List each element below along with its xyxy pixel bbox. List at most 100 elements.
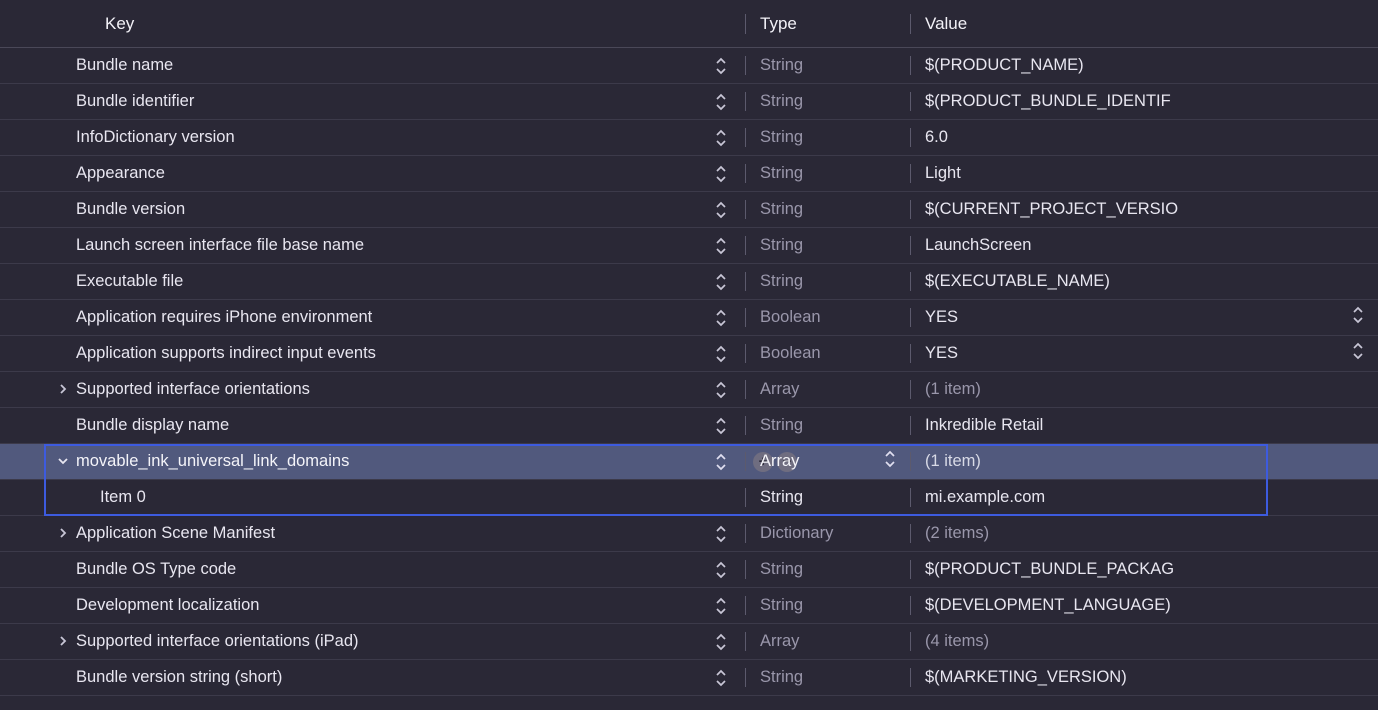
key-stepper-icon[interactable] [715, 273, 727, 291]
key-stepper-icon[interactable] [715, 165, 727, 183]
cell-key[interactable]: Executable file [0, 272, 745, 291]
cell-value[interactable]: (4 items) [910, 632, 1378, 651]
cell-value[interactable]: YES [910, 308, 1378, 327]
key-stepper-icon[interactable] [715, 381, 727, 399]
cell-value[interactable]: Inkredible Retail [910, 416, 1378, 435]
key-stepper-icon[interactable] [715, 345, 727, 363]
type-stepper-icon[interactable] [884, 450, 896, 473]
plist-row[interactable]: movable_ink_universal_link_domains+−Arra… [0, 444, 1378, 480]
header-value[interactable]: Value [910, 14, 1378, 34]
cell-key[interactable]: Bundle identifier [0, 92, 745, 111]
header-key[interactable]: Key [0, 14, 745, 34]
key-stepper-icon[interactable] [715, 201, 727, 219]
plist-row[interactable]: InfoDictionary versionString6.0 [0, 120, 1378, 156]
plist-row[interactable]: Executable fileString$(EXECUTABLE_NAME) [0, 264, 1378, 300]
value-stepper-icon[interactable] [1352, 306, 1364, 329]
cell-key[interactable]: Appearance [0, 164, 745, 183]
cell-type[interactable]: Array [745, 632, 910, 651]
plist-row[interactable]: Application supports indirect input even… [0, 336, 1378, 372]
plist-row[interactable]: Bundle version string (short)String$(MAR… [0, 660, 1378, 696]
cell-value[interactable]: 6.0 [910, 128, 1378, 147]
cell-type[interactable]: String [745, 596, 910, 615]
key-stepper-icon[interactable] [715, 561, 727, 579]
cell-type[interactable]: Boolean [745, 308, 910, 327]
cell-value[interactable]: $(DEVELOPMENT_LANGUAGE) [910, 596, 1378, 615]
plist-row[interactable]: Bundle versionString$(CURRENT_PROJECT_VE… [0, 192, 1378, 228]
key-stepper-icon[interactable] [715, 453, 727, 471]
key-stepper-icon[interactable] [715, 237, 727, 255]
cell-value[interactable]: LaunchScreen [910, 236, 1378, 255]
cell-value[interactable]: $(MARKETING_VERSION) [910, 668, 1378, 687]
cell-type[interactable]: String [745, 164, 910, 183]
key-stepper-icon[interactable] [715, 597, 727, 615]
cell-key[interactable]: Item 0 [0, 488, 745, 507]
cell-key[interactable]: Bundle version [0, 200, 745, 219]
cell-value[interactable]: (2 items) [910, 524, 1378, 543]
cell-key[interactable]: Application supports indirect input even… [0, 344, 745, 363]
plist-row[interactable]: AppearanceStringLight [0, 156, 1378, 192]
plist-row[interactable]: Bundle identifierString$(PRODUCT_BUNDLE_… [0, 84, 1378, 120]
cell-type[interactable]: String [745, 560, 910, 579]
cell-type[interactable]: String [745, 668, 910, 687]
plist-row[interactable]: Supported interface orientations (iPad)A… [0, 624, 1378, 660]
cell-value[interactable]: Light [910, 164, 1378, 183]
key-stepper-icon[interactable] [715, 309, 727, 327]
plist-row[interactable]: Supported interface orientationsArray(1 … [0, 372, 1378, 408]
cell-value[interactable]: (1 item) [910, 380, 1378, 399]
cell-type[interactable]: String [745, 128, 910, 147]
cell-value[interactable]: $(EXECUTABLE_NAME) [910, 272, 1378, 291]
plist-row[interactable]: Application requires iPhone environmentB… [0, 300, 1378, 336]
cell-key[interactable]: Application requires iPhone environment [0, 308, 745, 327]
cell-value[interactable]: mi.example.com [910, 488, 1378, 507]
cell-key[interactable]: Launch screen interface file base name [0, 236, 745, 255]
plist-row[interactable]: Development localizationString$(DEVELOPM… [0, 588, 1378, 624]
chevron-right-icon[interactable] [54, 382, 72, 398]
cell-key[interactable]: Application Scene Manifest [0, 524, 745, 543]
cell-value[interactable]: (1 item) [910, 452, 1378, 471]
cell-value[interactable]: $(PRODUCT_BUNDLE_IDENTIF [910, 92, 1378, 111]
cell-type[interactable]: Boolean [745, 344, 910, 363]
plist-row[interactable]: Bundle nameString$(PRODUCT_NAME) [0, 48, 1378, 84]
cell-type[interactable]: Array [745, 380, 910, 399]
plist-row[interactable]: Bundle display nameStringInkredible Reta… [0, 408, 1378, 444]
cell-value[interactable]: $(PRODUCT_NAME) [910, 56, 1378, 75]
cell-type[interactable]: String [745, 200, 910, 219]
cell-key[interactable]: Development localization [0, 596, 745, 615]
chevron-right-icon[interactable] [54, 526, 72, 542]
cell-key[interactable]: Bundle version string (short) [0, 668, 745, 687]
key-stepper-icon[interactable] [715, 129, 727, 147]
header-type[interactable]: Type [745, 14, 910, 34]
cell-type[interactable]: String [745, 56, 910, 75]
plist-row[interactable]: Bundle OS Type codeString $(PRODUCT_BUNDL… [0, 552, 1378, 588]
cell-type[interactable]: String [745, 236, 910, 255]
cell-key[interactable]: InfoDictionary version [0, 128, 745, 147]
key-stepper-icon[interactable] [715, 93, 727, 111]
cell-type[interactable]: String [745, 272, 910, 291]
value-label: $(PRODUCT_BUNDLE_PACKAG [925, 560, 1174, 579]
plist-row[interactable]: Launch screen interface file base nameSt… [0, 228, 1378, 264]
key-stepper-icon[interactable] [715, 633, 727, 651]
chevron-down-icon[interactable] [54, 454, 72, 470]
chevron-right-icon[interactable] [54, 634, 72, 650]
plist-row[interactable]: Item 0Stringmi.example.com [0, 480, 1378, 516]
cell-key[interactable]: Bundle name [0, 56, 745, 75]
cell-type[interactable]: String [745, 488, 910, 507]
plist-row[interactable]: Application Scene ManifestDictionary(2 i… [0, 516, 1378, 552]
key-stepper-icon[interactable] [715, 57, 727, 75]
key-stepper-icon[interactable] [715, 525, 727, 543]
cell-value[interactable]: YES [910, 344, 1378, 363]
key-stepper-icon[interactable] [715, 669, 727, 687]
cell-value[interactable]: $(PRODUCT_BUNDLE_PACKAG [910, 560, 1378, 579]
cell-type[interactable]: String [745, 92, 910, 111]
key-stepper-icon[interactable] [715, 417, 727, 435]
cell-key[interactable]: Bundle display name [0, 416, 745, 435]
cell-key[interactable]: Bundle OS Type code [0, 560, 745, 579]
cell-type[interactable]: Dictionary [745, 524, 910, 543]
cell-type[interactable]: Array [745, 452, 910, 471]
cell-key[interactable]: Supported interface orientations [0, 380, 745, 399]
cell-value[interactable]: $(CURRENT_PROJECT_VERSIO [910, 200, 1378, 219]
cell-key[interactable]: movable_ink_universal_link_domains+− [0, 452, 745, 471]
cell-key[interactable]: Supported interface orientations (iPad) [0, 632, 745, 651]
cell-type[interactable]: String [745, 416, 910, 435]
value-stepper-icon[interactable] [1352, 342, 1364, 365]
